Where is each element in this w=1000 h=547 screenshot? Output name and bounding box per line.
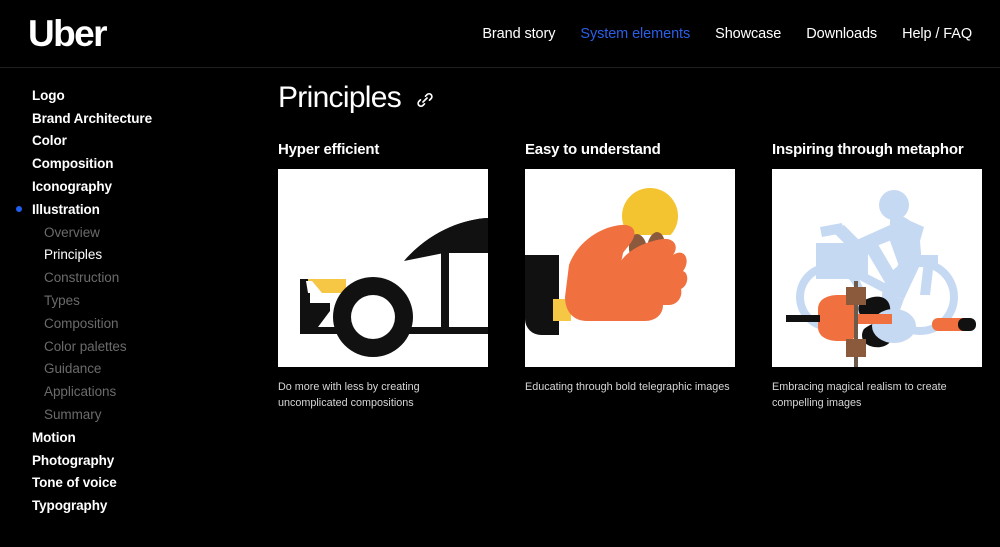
sidebar-item-label: Tone of voice xyxy=(32,475,117,491)
sidebar-subitem-color-palettes[interactable]: Color palettes xyxy=(0,335,278,358)
sidebar-item-label: Composition xyxy=(32,156,114,172)
sidebar-subitem-types[interactable]: Types xyxy=(0,289,278,312)
sidebar-item-motion[interactable]: Motion xyxy=(0,426,278,449)
sidebar-item-label: Types xyxy=(44,293,80,309)
page-title-row: Principles xyxy=(278,68,982,122)
sidebar-item-label: Photography xyxy=(32,452,115,468)
sidebar-subitem-guidance[interactable]: Guidance xyxy=(0,358,278,381)
nav-item-brand-story[interactable]: Brand story xyxy=(482,26,555,42)
primary-navigation: Brand story System elements Showcase Dow… xyxy=(482,26,976,42)
principle-card-easy-to-understand: Easy to understand Educating through bol… xyxy=(525,141,735,412)
sidebar-subitem-summary[interactable]: Summary xyxy=(0,403,278,426)
sidebar-item-label: Typography xyxy=(32,498,108,514)
card-heading: Easy to understand xyxy=(525,141,661,158)
sidebar-item-label: Construction xyxy=(44,270,120,286)
nav-item-help-faq[interactable]: Help / FAQ xyxy=(902,26,972,42)
card-heading: Hyper efficient xyxy=(278,141,380,158)
uber-logo[interactable]: Uber xyxy=(28,15,108,52)
link-icon[interactable] xyxy=(415,87,435,110)
sidebar-item-photography[interactable]: Photography xyxy=(0,449,278,472)
sidebar-item-label: Logo xyxy=(32,87,65,103)
sidebar-subitem-construction[interactable]: Construction xyxy=(0,266,278,289)
sidebar-item-composition[interactable]: Composition xyxy=(0,152,278,175)
car-line-art-illustration[interactable] xyxy=(278,169,488,367)
sidebar-item-label: Overview xyxy=(44,224,100,240)
page-title: Principles xyxy=(278,81,402,114)
site-header: Uber Brand story System elements Showcas… xyxy=(0,0,1000,68)
sidebar-subitem-applications[interactable]: Applications xyxy=(0,380,278,403)
sidebar-item-label: Guidance xyxy=(44,361,102,377)
sidebar-item-typography[interactable]: Typography xyxy=(0,494,278,517)
nav-item-system-elements[interactable]: System elements xyxy=(580,26,690,42)
sidebar-item-label: Applications xyxy=(44,384,117,400)
sidebar-item-illustration[interactable]: Illustration xyxy=(0,198,278,221)
sidebar-item-label: Illustration xyxy=(32,201,100,217)
sidebar-item-label: Color xyxy=(32,133,67,149)
sidebar-item-label: Motion xyxy=(32,429,76,445)
card-caption: Embracing magical realism to create comp… xyxy=(772,381,947,409)
active-indicator-dot xyxy=(16,206,22,213)
sidebar-item-logo[interactable]: Logo xyxy=(0,84,278,107)
page-body: Logo Brand Architecture Color Compositio… xyxy=(0,68,1000,547)
card-heading: Inspiring through metaphor xyxy=(772,141,964,158)
sidebar-navigation: Logo Brand Architecture Color Compositio… xyxy=(0,68,278,547)
card-caption: Do more with less by creating uncomplica… xyxy=(278,381,420,409)
principles-card-grid: Hyper efficient Do more with less by cre… xyxy=(278,141,982,412)
main-content: Principles Hyper efficient Do more with … xyxy=(278,68,1000,547)
sidebar-item-iconography[interactable]: Iconography xyxy=(0,175,278,198)
sidebar-item-label: Iconography xyxy=(32,179,112,195)
card-caption: Educating through bold telegraphic image… xyxy=(525,381,730,393)
sidebar-subitem-principles[interactable]: Principles xyxy=(0,244,278,267)
sidebar-item-label: Principles xyxy=(44,247,103,263)
sidebar-item-color[interactable]: Color xyxy=(0,130,278,153)
sidebar-item-label: Brand Architecture xyxy=(32,110,152,126)
sidebar-subitem-composition[interactable]: Composition xyxy=(0,312,278,335)
sidebar-item-label: Summary xyxy=(44,407,102,423)
sidebar-item-tone-of-voice[interactable]: Tone of voice xyxy=(0,472,278,495)
principle-card-inspiring-through-metaphor: Inspiring through metaphor Embracing mag… xyxy=(772,141,982,412)
cyclist-hummingbird-illustration[interactable] xyxy=(772,169,982,367)
principle-card-hyper-efficient: Hyper efficient Do more with less by cre… xyxy=(278,141,488,412)
hand-holding-food-illustration[interactable] xyxy=(525,169,735,367)
sidebar-item-label: Composition xyxy=(44,315,119,331)
nav-item-showcase[interactable]: Showcase xyxy=(715,26,781,42)
sidebar-item-label: Color palettes xyxy=(44,338,127,354)
sidebar-subitem-overview[interactable]: Overview xyxy=(0,221,278,244)
sidebar-item-brand-architecture[interactable]: Brand Architecture xyxy=(0,107,278,130)
nav-item-downloads[interactable]: Downloads xyxy=(806,26,877,42)
